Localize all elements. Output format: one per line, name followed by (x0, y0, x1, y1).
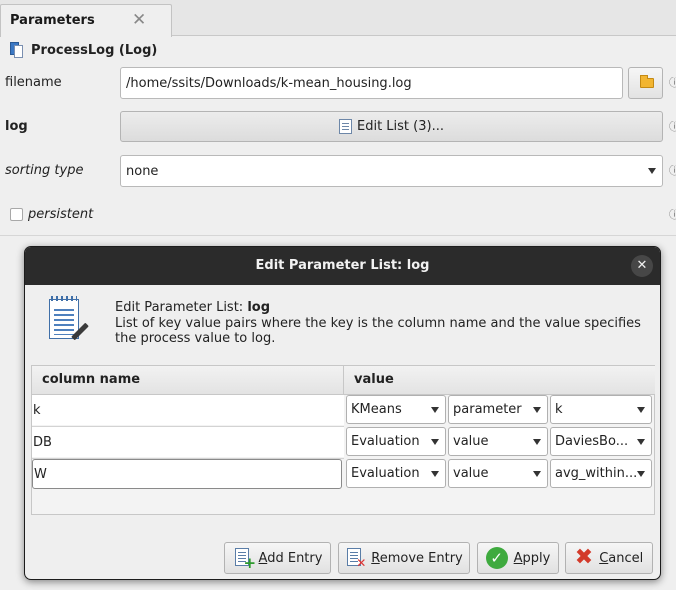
value-text: k (555, 402, 563, 417)
chevron-down-icon (533, 470, 541, 477)
persistent-checkbox[interactable] (10, 208, 23, 221)
value-select-type[interactable]: value (448, 427, 548, 456)
persistent-label: persistent (28, 207, 94, 222)
sorting-type-label: sorting type (5, 163, 84, 178)
chevron-down-icon (533, 406, 541, 413)
chevron-down-icon (637, 470, 645, 477)
add-entry-icon: + (233, 548, 256, 571)
value-select-name[interactable]: DaviesBo... (550, 427, 652, 456)
chevron-down-icon (533, 438, 541, 445)
add-entry-label: dd Entry (267, 550, 323, 566)
filename-field[interactable]: /home/ssits/Downloads/k-mean_housing.log (120, 67, 623, 99)
value-text: parameter (453, 402, 522, 417)
value-text: Evaluation (351, 434, 420, 449)
folder-icon (640, 75, 654, 88)
chevron-down-icon (637, 438, 645, 445)
remove-entry-mnemonic: R (371, 550, 380, 566)
apply-mnemonic: A (513, 550, 523, 566)
info-icon[interactable]: ⓘ (669, 165, 676, 177)
info-icon[interactable]: ⓘ (669, 121, 676, 133)
value-text: DaviesBo... (555, 434, 629, 449)
close-icon[interactable]: ✕ (132, 10, 146, 30)
value-select-type[interactable]: value (448, 459, 548, 488)
add-entry-button[interactable]: + Add Entry (224, 542, 331, 574)
dialog-titlebar: Edit Parameter List: log ✕ (25, 247, 660, 285)
browse-button[interactable] (628, 67, 663, 99)
chevron-down-icon (431, 406, 439, 413)
dialog-description: List of key value pairs where the key is… (115, 316, 641, 346)
tab-bar: Parameters ✕ (0, 0, 676, 37)
filename-label: filename (5, 75, 62, 90)
dialog-heading-prefix: Edit Parameter List: (115, 300, 248, 315)
column-header-name[interactable]: column name (32, 366, 344, 395)
close-icon[interactable]: ✕ (631, 255, 653, 277)
apply-button[interactable]: ✓ Apply (477, 542, 559, 574)
apply-label: pply (522, 550, 551, 566)
table-row-key[interactable]: k (32, 395, 344, 425)
dialog-heading-param: log (247, 300, 271, 315)
filename-value: /home/ssits/Downloads/k-mean_housing.log (126, 75, 412, 91)
value-text: Evaluation (351, 466, 420, 481)
edit-parameter-list-dialog: Edit Parameter List: log ✕ Edit Paramete… (24, 246, 661, 580)
dialog-title: Edit Parameter List: log (255, 258, 430, 273)
edit-list-button[interactable]: Edit List (3)... (120, 111, 663, 142)
info-icon[interactable]: ⓘ (669, 209, 676, 221)
value-text: avg_within... (555, 466, 638, 481)
value-select-process[interactable]: Evaluation (346, 427, 446, 456)
cancel-label: ancel (608, 550, 644, 566)
process-icon (10, 42, 24, 58)
chevron-down-icon (431, 438, 439, 445)
cancel-button[interactable]: ✖ Cancel (565, 542, 653, 574)
chevron-down-icon (648, 168, 656, 174)
add-entry-mnemonic: A (258, 550, 268, 566)
parameter-table: column name value k KMeans parameter k D… (31, 365, 655, 515)
table-row-key[interactable]: DB (32, 427, 344, 457)
tab-parameters[interactable]: Parameters ✕ (0, 4, 172, 37)
divider (0, 235, 676, 236)
value-text: value (453, 466, 489, 481)
value-select-process[interactable]: Evaluation (346, 459, 446, 488)
process-title: ProcessLog (Log) (31, 42, 158, 58)
cancel-mnemonic: C (599, 550, 609, 566)
info-icon[interactable]: ⓘ (669, 77, 676, 89)
value-text: KMeans (351, 402, 402, 417)
notepad-icon (339, 119, 352, 134)
chevron-down-icon (637, 406, 645, 413)
table-row-key-editor[interactable]: W (32, 459, 342, 489)
remove-entry-button[interactable]: ✕ Remove Entry (338, 542, 470, 574)
value-text: value (453, 434, 489, 449)
value-select-name[interactable]: avg_within... (550, 459, 652, 488)
remove-entry-label: emove Entry (379, 550, 463, 566)
checkmark-icon: ✓ (485, 547, 508, 569)
remove-entry-icon: ✕ (345, 548, 366, 569)
chevron-down-icon (431, 470, 439, 477)
notepad-icon (46, 295, 90, 347)
log-label: log (5, 119, 28, 134)
value-select-process[interactable]: KMeans (346, 395, 446, 424)
value-select-name[interactable]: k (550, 395, 652, 424)
cancel-x-icon: ✖ (574, 545, 594, 570)
value-select-type[interactable]: parameter (448, 395, 548, 424)
process-header: ProcessLog (Log) (10, 41, 157, 59)
tab-title: Parameters (10, 13, 95, 28)
dialog-heading: Edit Parameter List: log (115, 300, 270, 315)
column-header-value[interactable]: value (344, 366, 655, 395)
sorting-type-value: none (126, 163, 159, 179)
edit-list-label: Edit List (3)... (357, 119, 444, 134)
sorting-type-select[interactable]: none (120, 155, 663, 187)
